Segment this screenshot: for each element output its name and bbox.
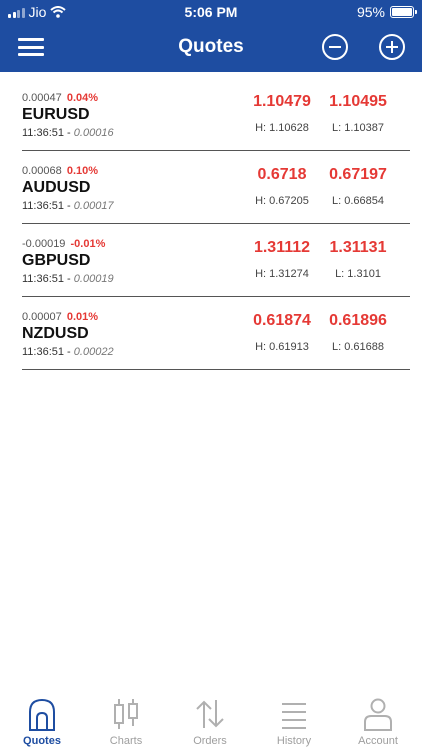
home-icon <box>29 698 55 731</box>
quote-spread: 0.00017 <box>73 200 114 212</box>
tab-label: Quotes <box>23 735 61 747</box>
quotes-list: 0.00047 0.04% EURUSD 11:36:51 - 0.00016 … <box>0 78 422 370</box>
quote-row[interactable]: 0.00007 0.01% NZDUSD 11:36:51 - 0.00022 … <box>22 297 410 370</box>
up-down-arrows-icon <box>196 700 224 728</box>
quote-time: 11:36:51 - <box>22 273 71 285</box>
plus-circle-icon[interactable] <box>379 34 405 60</box>
tab-label: History <box>276 735 312 747</box>
page-title: Quotes <box>178 36 244 57</box>
quote-change: -0.00019 <box>22 238 66 250</box>
quote-spread: 0.00019 <box>73 273 114 285</box>
quote-symbol: AUDUSD <box>22 179 91 196</box>
quote-spread: 0.00022 <box>73 346 114 358</box>
battery-info: 95% <box>356 4 417 20</box>
app-header: Jio 5:06 PM 95% Quotes <box>0 0 422 72</box>
tab-quotes[interactable]: Quotes <box>0 690 84 750</box>
quote-ask[interactable]: 0.67197 <box>310 166 406 184</box>
person-icon <box>364 698 392 731</box>
list-lines-icon <box>282 703 306 729</box>
quote-row[interactable]: 0.00068 0.10% AUDUSD 11:36:51 - 0.00017 … <box>22 151 410 224</box>
minus-circle-icon[interactable] <box>322 34 348 60</box>
quote-change-pct: -0.01% <box>70 238 106 250</box>
quote-time: 11:36:51 - <box>22 127 71 139</box>
tab-label: Orders <box>193 735 227 747</box>
tab-account[interactable]: Account <box>336 690 420 750</box>
tab-charts[interactable]: Charts <box>84 690 168 750</box>
quote-time: 11:36:51 - <box>22 346 71 358</box>
quote-change: 0.00047 <box>22 92 62 104</box>
quote-ask[interactable]: 1.10495 <box>310 93 406 111</box>
quote-change-pct: 0.01% <box>66 311 99 323</box>
quote-ask[interactable]: 1.31131 <box>310 239 406 257</box>
quote-change-pct: 0.10% <box>66 165 99 177</box>
quote-symbol: NZDUSD <box>22 325 89 342</box>
tab-label: Charts <box>109 735 143 747</box>
quote-symbol: EURUSD <box>22 106 90 123</box>
candlestick-icon <box>114 699 138 729</box>
tab-orders[interactable]: Orders <box>168 690 252 750</box>
quote-spread: 0.00016 <box>73 127 114 139</box>
quote-low: L: 0.66854 <box>332 195 384 207</box>
battery-percent: 95% <box>356 4 385 20</box>
quote-ask[interactable]: 0.61896 <box>310 312 406 330</box>
status-bar: Jio 5:06 PM 95% <box>0 0 422 24</box>
tab-history[interactable]: History <box>252 690 336 750</box>
quote-low: L: 0.61688 <box>332 341 384 353</box>
quote-change: 0.00007 <box>22 311 62 323</box>
quote-change-pct: 0.04% <box>66 92 99 104</box>
quote-time: 11:36:51 - <box>22 200 71 212</box>
quote-low: L: 1.3101 <box>335 268 381 280</box>
bottom-tab-bar: Quotes Charts Orders History Account <box>0 690 422 750</box>
tab-label: Account <box>358 735 398 747</box>
quote-change: 0.00068 <box>22 165 62 177</box>
quote-symbol: GBPUSD <box>22 252 91 269</box>
quote-low: L: 1.10387 <box>332 122 384 134</box>
quote-row[interactable]: 0.00047 0.04% EURUSD 11:36:51 - 0.00016 … <box>22 78 410 151</box>
battery-icon <box>390 6 417 18</box>
quote-row[interactable]: -0.00019 -0.01% GBPUSD 11:36:51 - 0.0001… <box>22 224 410 297</box>
